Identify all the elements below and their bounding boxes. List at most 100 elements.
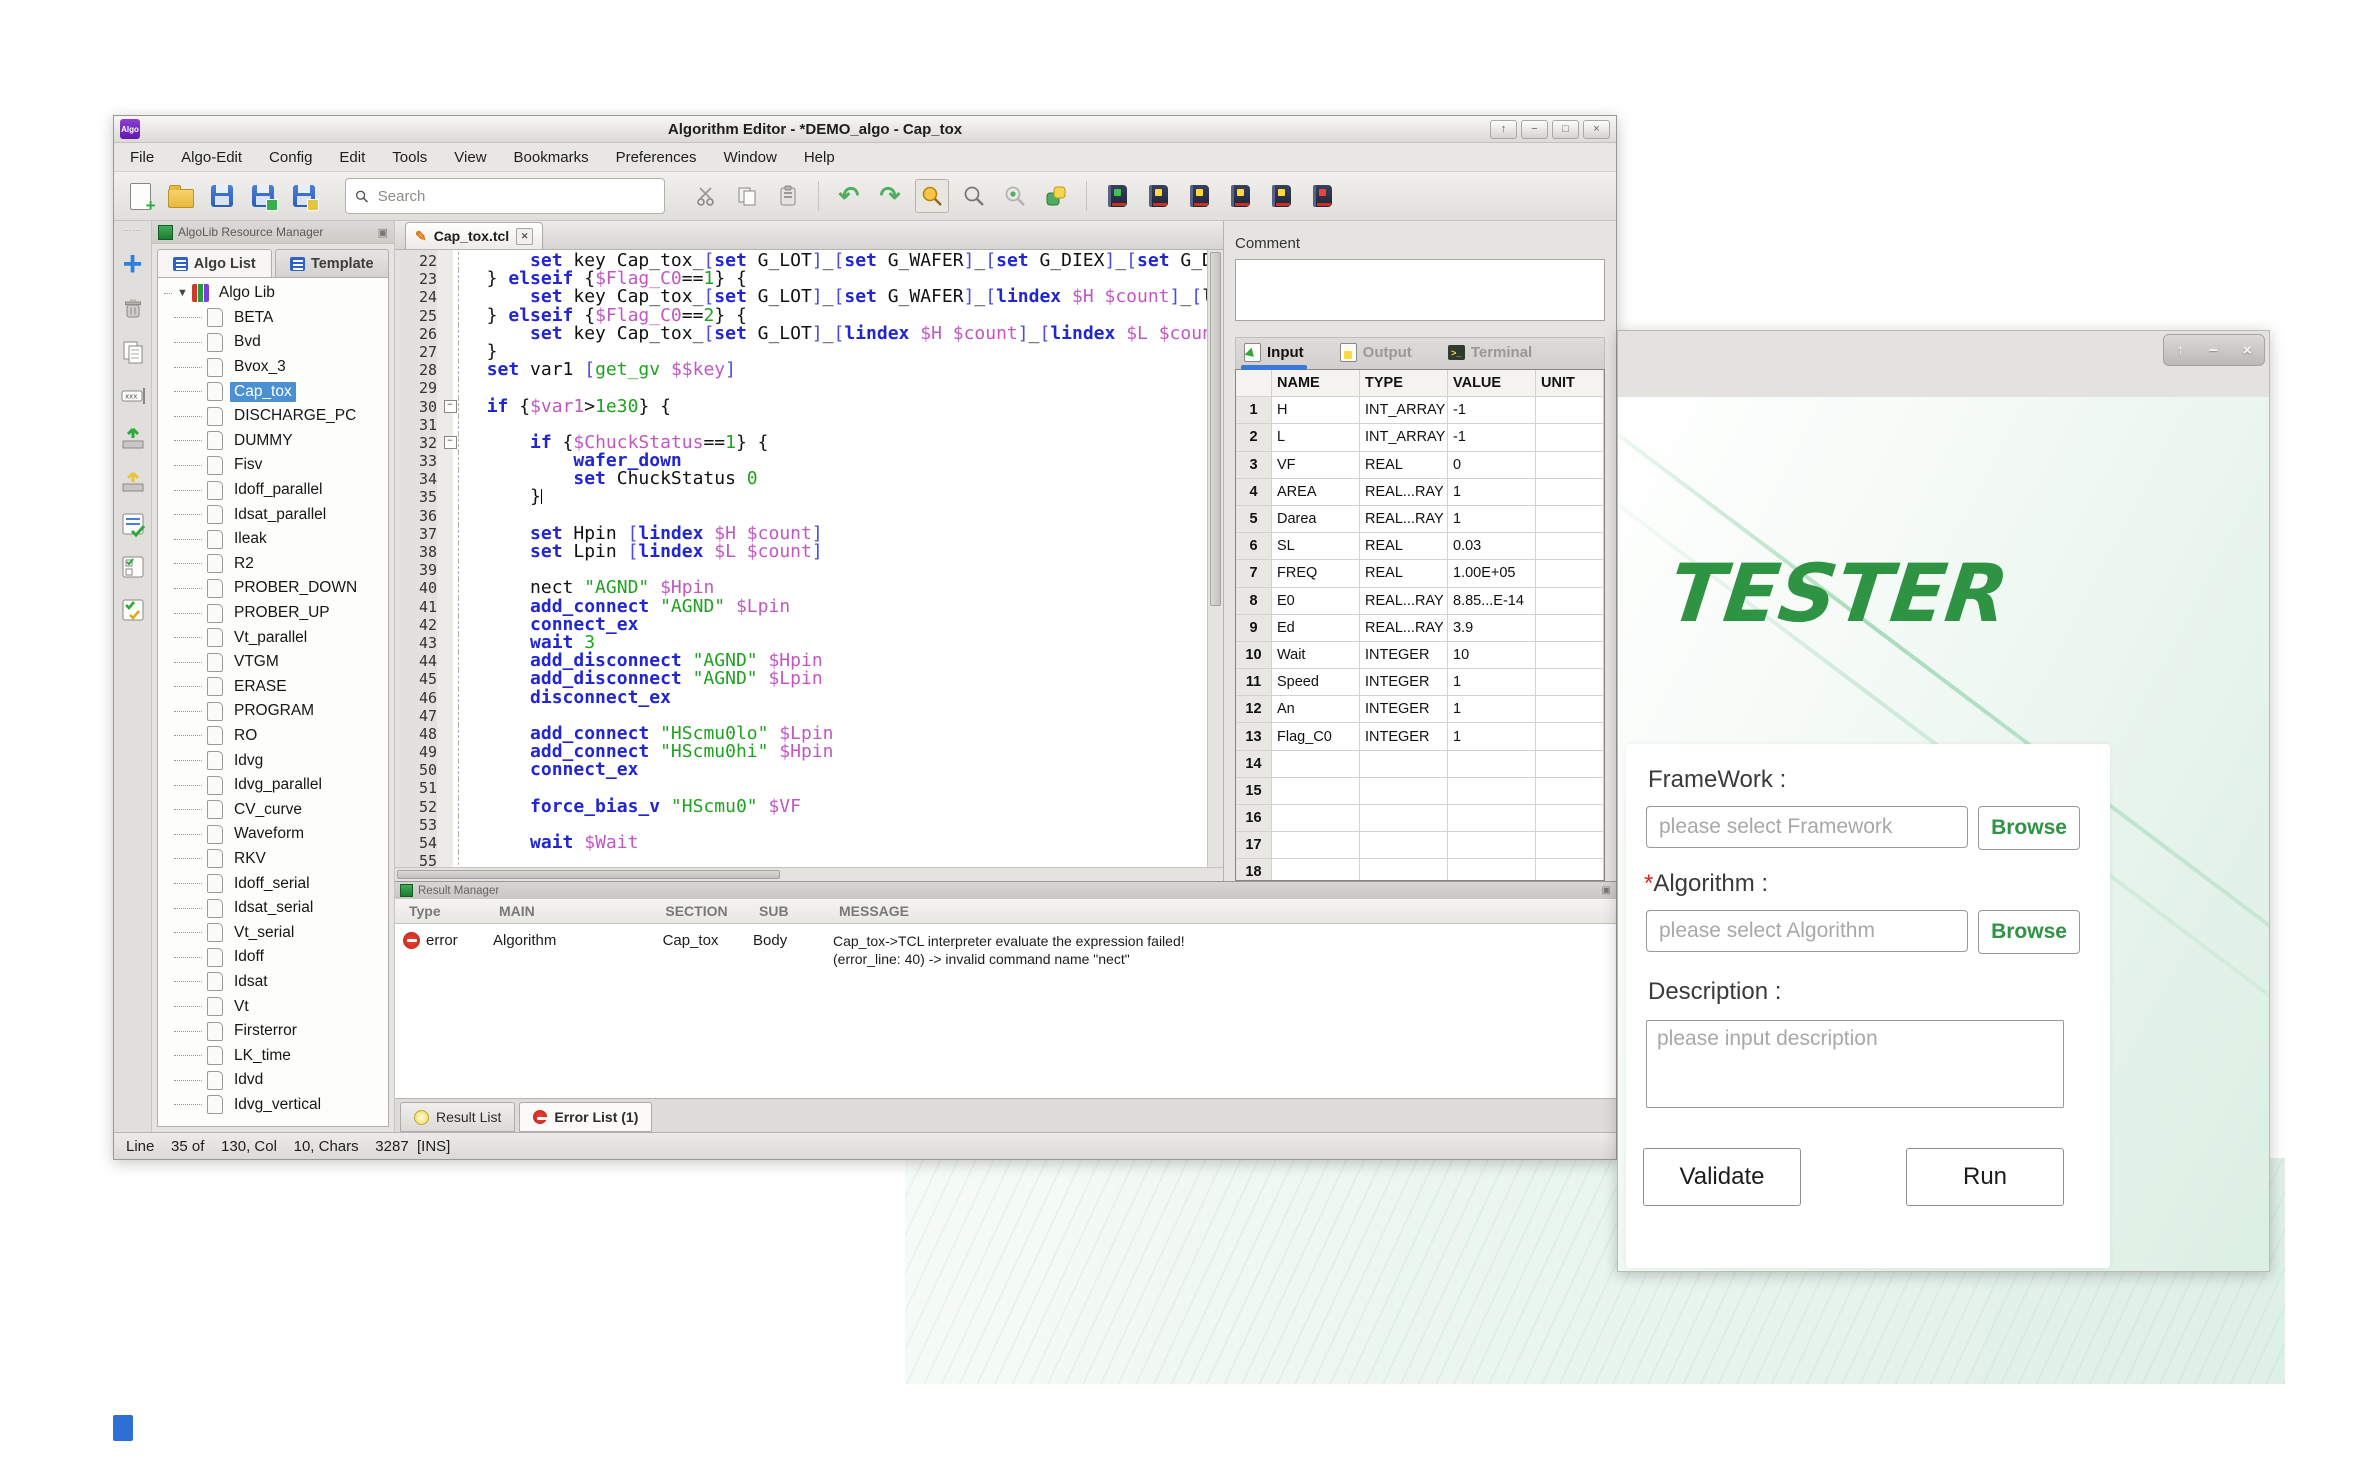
menu-item[interactable]: Bookmarks [514, 149, 589, 166]
code-line[interactable]: 38 set Lpin [lindex $L $count] [395, 543, 1207, 561]
zoom-out-button[interactable] [999, 180, 1031, 212]
code-editor[interactable]: 22 set key Cap_tox_[set G_LOT]_[set G_WA… [395, 250, 1207, 867]
search-input[interactable] [376, 187, 655, 206]
tree-item[interactable]: Bvox_3 [162, 355, 388, 380]
scrollbar-thumb[interactable] [397, 870, 780, 879]
menu-item[interactable]: View [454, 149, 486, 166]
tab-result-list[interactable]: Result List [400, 1102, 515, 1132]
zoom-button[interactable] [958, 180, 990, 212]
tab-terminal[interactable]: >_ Terminal [1448, 344, 1532, 361]
tree-item[interactable]: PROBER_DOWN [162, 576, 388, 601]
code-line[interactable]: 30− if {$var1>1e30} { [395, 398, 1207, 416]
tree-item[interactable]: Bvd [162, 330, 388, 355]
find-button[interactable] [915, 179, 949, 213]
tree-item[interactable]: Firsterror [162, 1019, 388, 1044]
redo-button[interactable]: ↷ [874, 180, 906, 212]
tree-item[interactable]: Idvg [162, 748, 388, 773]
maximize-icon[interactable]: □ [1552, 120, 1579, 139]
param-row[interactable]: 6 SL REAL 0.03 [1236, 533, 1604, 560]
bookmark-last-button[interactable] [1265, 180, 1297, 212]
param-row[interactable]: 1 H INT_ARRAY -1 [1236, 397, 1604, 424]
menu-item[interactable]: Preferences [616, 149, 697, 166]
run-button[interactable]: Run [1906, 1148, 2064, 1206]
error-row[interactable]: error Algorithm Cap_tox Body Cap_tox->TC… [395, 924, 1616, 968]
vertical-scrollbar[interactable] [1207, 250, 1223, 867]
minimize-icon[interactable]: − [2209, 342, 2218, 359]
bookmark-add-button[interactable] [1101, 180, 1133, 212]
rename-button[interactable]: xxx [119, 381, 146, 408]
tree-item[interactable]: CV_curve [162, 797, 388, 822]
description-field[interactable] [1646, 1020, 2064, 1108]
tree-item[interactable]: Waveform [162, 822, 388, 847]
save-button[interactable] [206, 180, 238, 212]
rollup-icon[interactable]: ↑ [2176, 342, 2184, 359]
menu-item[interactable]: Edit [339, 149, 365, 166]
paste-button[interactable] [772, 180, 804, 212]
checklist-button[interactable] [119, 553, 146, 580]
tree-item[interactable]: Idoff [162, 945, 388, 970]
export-button[interactable] [119, 467, 146, 494]
tree-item[interactable]: PROGRAM [162, 699, 388, 724]
param-row[interactable]: 13 Flag_C0 INTEGER 1 [1236, 723, 1604, 750]
tab-template[interactable]: Template [275, 249, 390, 277]
import-button[interactable] [119, 424, 146, 451]
tree-root[interactable]: ▼ Algo Lib [162, 281, 388, 306]
menu-item[interactable]: Config [269, 149, 312, 166]
horizontal-scrollbar[interactable] [395, 867, 1223, 881]
menu-item[interactable]: Window [723, 149, 776, 166]
param-row[interactable]: 12 An INTEGER 1 [1236, 696, 1604, 723]
tree-item[interactable]: DISCHARGE_PC [162, 404, 388, 429]
code-line[interactable]: 26 set key Cap_tox_[set G_LOT]_[lindex $… [395, 325, 1207, 343]
swap-button[interactable] [1040, 180, 1072, 212]
param-row[interactable]: 17 [1236, 832, 1604, 859]
param-row[interactable]: 18 [1236, 859, 1604, 881]
tree-item[interactable]: Cap_tox [162, 379, 388, 404]
code-line[interactable]: 46 disconnect_ex [395, 689, 1207, 707]
tree-item[interactable]: R2 [162, 552, 388, 577]
param-row[interactable]: 5 Darea REAL...RAY 1 [1236, 506, 1604, 533]
tree-item[interactable]: ERASE [162, 675, 388, 700]
bookmark-first-button[interactable] [1142, 180, 1174, 212]
tree-item[interactable]: DUMMY [162, 429, 388, 454]
open-button[interactable] [165, 180, 197, 212]
param-row[interactable]: 14 [1236, 751, 1604, 778]
tree-item[interactable]: Idsat [162, 970, 388, 995]
tree-item[interactable]: Vt_serial [162, 920, 388, 945]
delete-button[interactable] [119, 295, 146, 322]
code-line[interactable]: 54 wait $Wait [395, 834, 1207, 852]
tab-algo-list[interactable]: Algo List [157, 249, 272, 277]
tree-item[interactable]: RO [162, 724, 388, 749]
dock-icon[interactable]: ▣ [1602, 885, 1611, 896]
tree-item[interactable]: Idvd [162, 1068, 388, 1093]
tree-item[interactable]: Idvg_vertical [162, 1093, 388, 1118]
framework-browse-button[interactable]: Browse [1978, 806, 2080, 850]
scrollbar-thumb[interactable] [1210, 252, 1221, 606]
tree-item[interactable]: Idoff_parallel [162, 478, 388, 503]
code-line[interactable]: 35 } [395, 488, 1207, 506]
param-row[interactable]: 16 [1236, 805, 1604, 832]
duplicate-button[interactable] [119, 338, 146, 365]
tab-input[interactable]: Input [1244, 343, 1304, 362]
tree-item[interactable]: Vt_parallel [162, 625, 388, 650]
tree-item[interactable]: BETA [162, 306, 388, 331]
new-file-button[interactable]: + [124, 180, 156, 212]
copy-button[interactable] [731, 180, 763, 212]
tree-item[interactable]: Fisv [162, 453, 388, 478]
check-confirm-button[interactable] [119, 596, 146, 623]
minimize-icon[interactable]: − [1521, 120, 1548, 139]
code-line[interactable]: 28 set var1 [get_gv $$key] [395, 361, 1207, 379]
save-all-button[interactable] [288, 180, 320, 212]
collapse-icon[interactable]: ▼ [177, 287, 188, 299]
close-icon[interactable]: × [1583, 120, 1610, 139]
save-as-button[interactable] [247, 180, 279, 212]
tree-item[interactable]: RKV [162, 847, 388, 872]
tree-item[interactable]: PROBER_UP [162, 601, 388, 626]
tab-error-list[interactable]: Error List (1) [519, 1102, 652, 1132]
tree-item[interactable]: Vt [162, 994, 388, 1019]
menu-item[interactable]: Help [804, 149, 835, 166]
param-row[interactable]: 2 L INT_ARRAY -1 [1236, 424, 1604, 451]
param-row[interactable]: 8 E0 REAL...RAY 8.85...E-14 [1236, 588, 1604, 615]
param-row[interactable]: 10 Wait INTEGER 10 [1236, 642, 1604, 669]
code-line[interactable]: 52 force_bias_v "HScmu0" $VF [395, 798, 1207, 816]
validate-button[interactable]: Validate [1643, 1148, 1801, 1206]
